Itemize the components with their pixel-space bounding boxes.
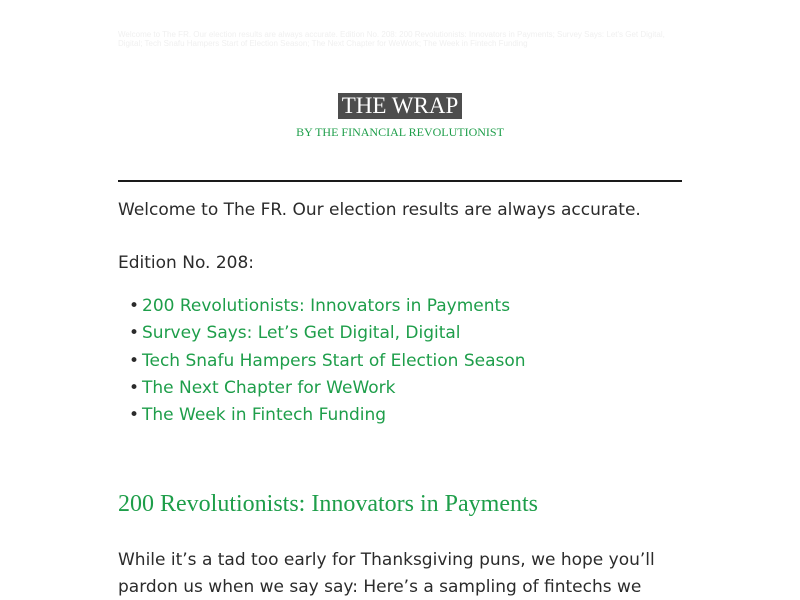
- masthead: THE WRAP BY THE FINANCIAL REVOLUTIONIST: [0, 93, 800, 139]
- newsletter-title: THE WRAP: [337, 93, 463, 119]
- section-heading: 200 Revolutionists: Innovators in Paymen…: [118, 491, 538, 518]
- email-preheader: Welcome to The FR. Our election results …: [118, 30, 665, 48]
- toc-item[interactable]: • The Next Chapter for WeWork: [129, 375, 682, 402]
- bullet-icon: •: [129, 323, 140, 344]
- toc-item[interactable]: • 200 Revolutionists: Innovators in Paym…: [129, 293, 682, 320]
- toc-link[interactable]: 200 Revolutionists: Innovators in Paymen…: [142, 296, 510, 316]
- newsletter-body: Welcome to The FR. Our election results …: [118, 197, 682, 600]
- toc-item[interactable]: • Survey Says: Let’s Get Digital, Digita…: [129, 320, 682, 347]
- edition-label: Edition No. 208:: [118, 253, 255, 273]
- bullet-icon: •: [129, 377, 140, 398]
- toc-link[interactable]: The Next Chapter for WeWork: [142, 378, 396, 398]
- toc-link[interactable]: The Week in Fintech Funding: [142, 405, 386, 425]
- bullet-icon: •: [129, 350, 140, 371]
- bullet-icon: •: [129, 296, 140, 316]
- toc-link[interactable]: Tech Snafu Hampers Start of Election Sea…: [142, 351, 526, 371]
- bullet-icon: •: [129, 405, 140, 426]
- toc-link[interactable]: Survey Says: Let’s Get Digital, Digital: [142, 323, 461, 343]
- section-body-text: While it’s a tad too early for Thanksgiv…: [118, 550, 655, 598]
- header-divider: [118, 180, 682, 182]
- table-of-contents: • 200 Revolutionists: Innovators in Paym…: [118, 293, 682, 429]
- newsletter-byline: BY THE FINANCIAL REVOLUTIONIST: [296, 125, 504, 139]
- toc-item[interactable]: • Tech Snafu Hampers Start of Election S…: [129, 348, 682, 375]
- welcome-text: Welcome to The FR. Our election results …: [118, 200, 641, 220]
- toc-item[interactable]: • The Week in Fintech Funding: [129, 402, 682, 429]
